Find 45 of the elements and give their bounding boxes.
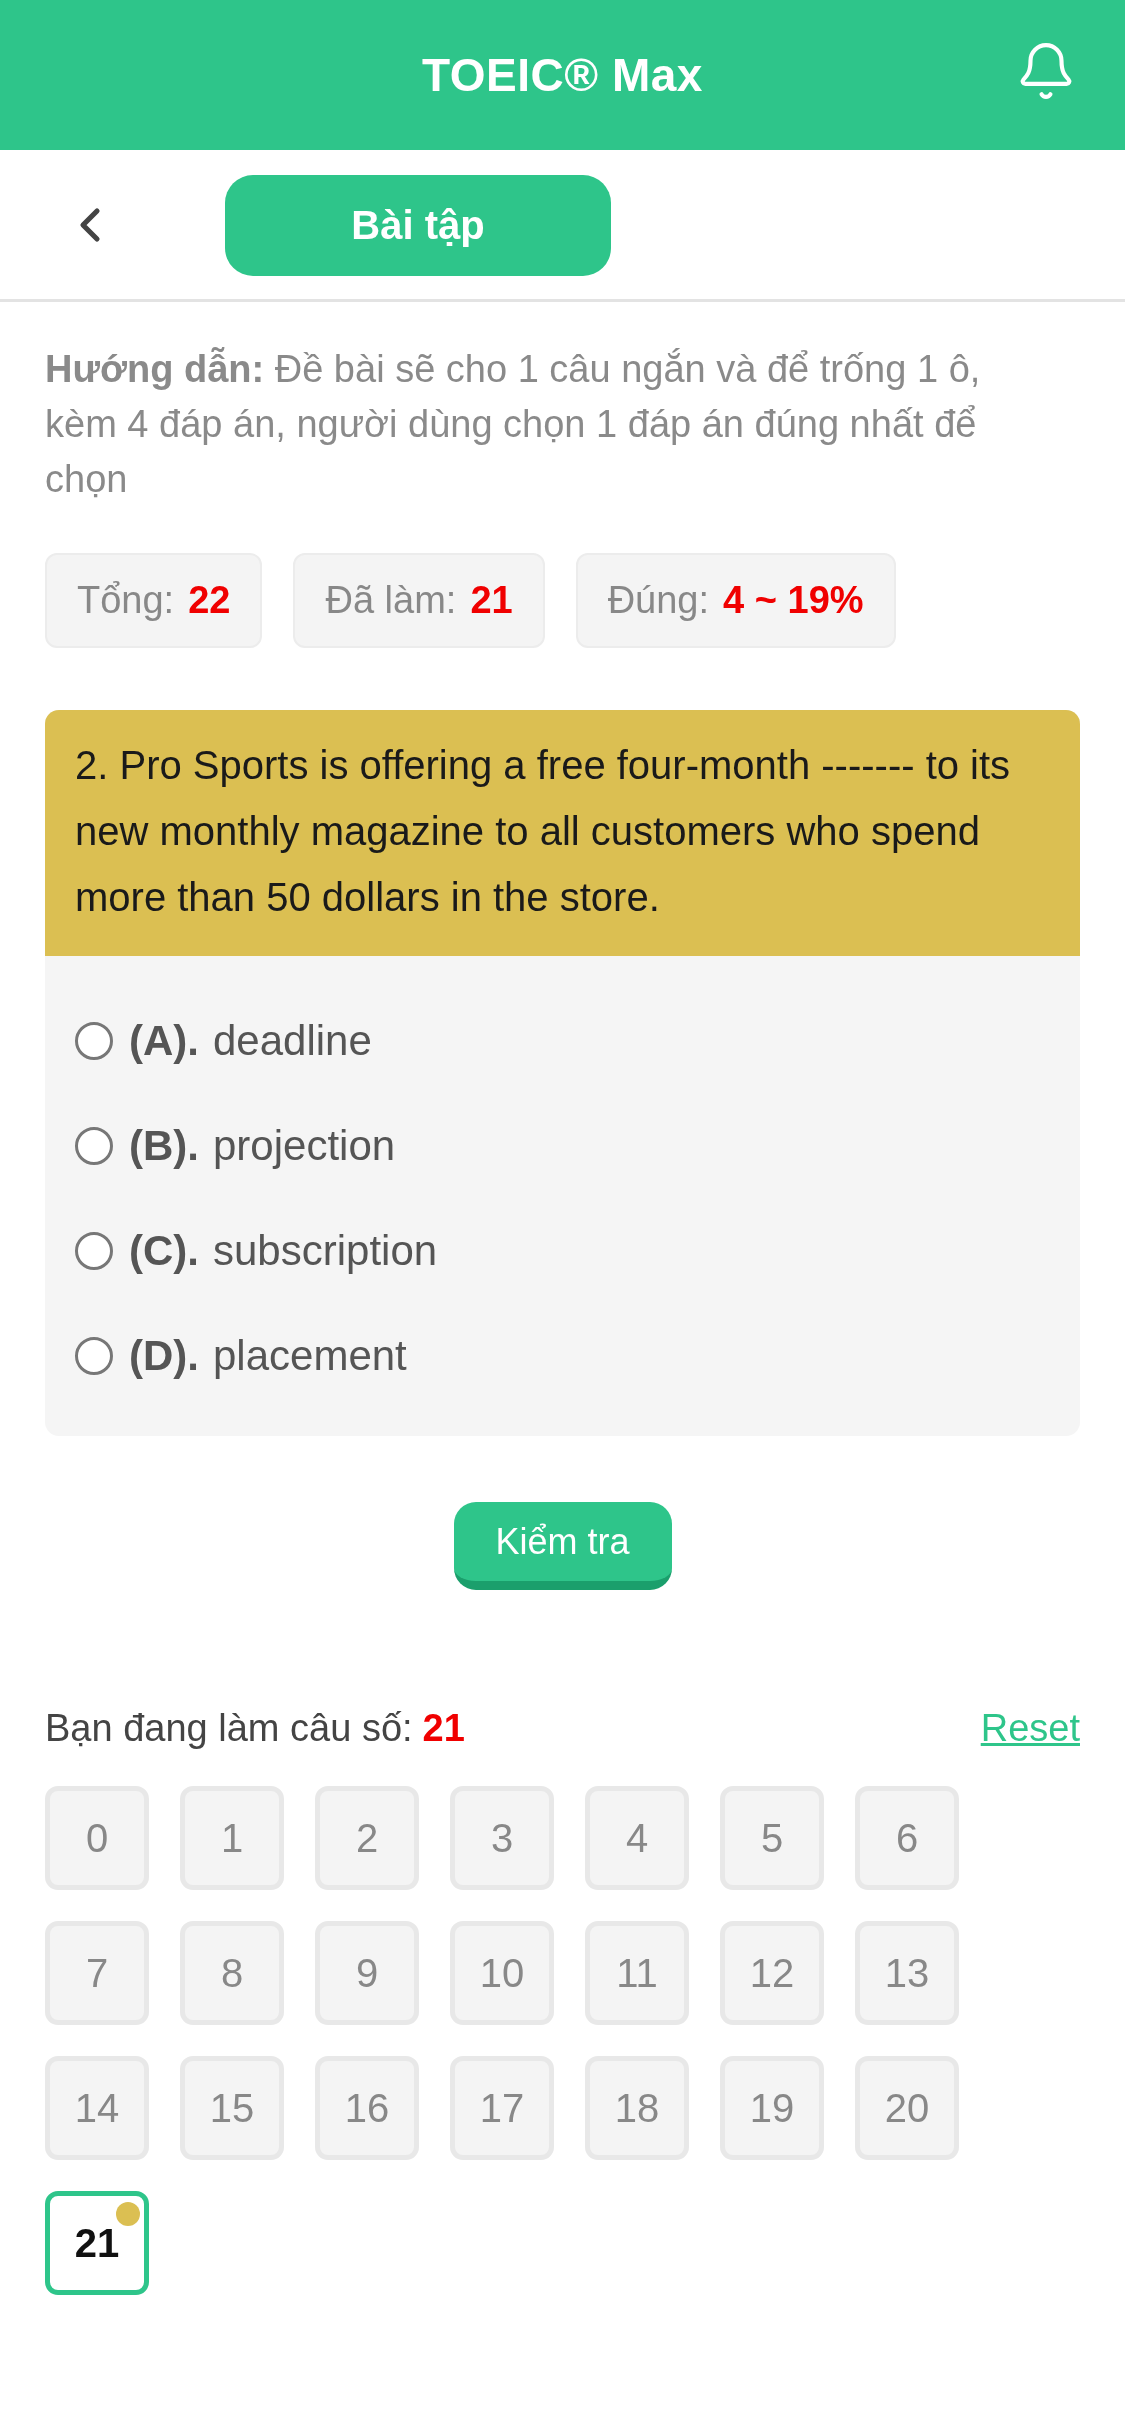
question-number-button[interactable]: 12 <box>720 1921 824 2025</box>
question-number-button[interactable]: 14 <box>45 2056 149 2160</box>
stat-value: 22 <box>188 579 231 622</box>
radio-icon[interactable] <box>75 1231 113 1270</box>
exercise-tab-button[interactable]: Bài tập <box>225 175 611 276</box>
question-text: 2. Pro Sports is offering a free four-month ------- to its new monthly magazine to all customers who spend more than 50 dollars in the store. <box>75 742 1012 921</box>
answer-option[interactable]: (D). placement <box>75 1303 407 1408</box>
stat-value: 4 ~ 19% <box>723 579 864 622</box>
question-number-button[interactable]: 19 <box>720 2056 824 2160</box>
question-number-button[interactable]: 7 <box>45 1921 149 2025</box>
current-question-number: 21 <box>422 1706 465 1750</box>
radio-icon[interactable] <box>75 1126 113 1165</box>
stat-label: Tổng: <box>77 579 175 622</box>
stat-value: 21 <box>470 579 513 622</box>
check-button[interactable]: Kiểm tra <box>453 1502 672 1590</box>
question-number-button[interactable]: 9 <box>315 1921 419 2025</box>
question-number-button[interactable]: 2 <box>315 1786 419 1890</box>
status-dot-icon <box>116 2202 140 2226</box>
app-title: TOEIC® Max <box>422 48 703 102</box>
reset-link[interactable]: Reset <box>980 1706 1080 1750</box>
question-number-button[interactable]: 0 <box>45 1786 149 1890</box>
question-number-button[interactable]: 17 <box>450 2056 554 2160</box>
radio-icon[interactable] <box>75 1021 113 1060</box>
radio-icon[interactable] <box>75 1336 113 1375</box>
question-number-button[interactable]: 15 <box>180 2056 284 2160</box>
question-number-button[interactable]: 18 <box>585 2056 689 2160</box>
question-number-button[interactable]: 5 <box>720 1786 824 1890</box>
question-number-button[interactable]: 11 <box>585 1921 689 2025</box>
question-number-button[interactable]: 21 <box>45 2191 149 2295</box>
question-number-button[interactable]: 6 <box>855 1786 959 1890</box>
instructions-text: Hướng dẫn: Đề bài sẽ cho 1 câu ngắn và để trống 1 ô, kèm 4 đáp án, người dùng chọn 1 đáp án đúng nhất để chọn <box>45 346 982 502</box>
question-number-button[interactable]: 8 <box>180 1921 284 2025</box>
question-number-button[interactable]: 4 <box>585 1786 689 1890</box>
question-number-button[interactable]: 16 <box>315 2056 419 2160</box>
question-number-button[interactable]: 20 <box>855 2056 959 2160</box>
question-number-button[interactable]: 10 <box>450 1921 554 2025</box>
question-number-button[interactable]: 13 <box>855 1921 959 2025</box>
stat-label: Đúng: <box>607 579 710 622</box>
stat-label: Đã làm: <box>325 579 457 622</box>
answer-option[interactable]: (C). subscription <box>75 1198 438 1303</box>
question-number-button[interactable]: 3 <box>450 1786 554 1890</box>
answer-option[interactable]: (A). deadline <box>75 988 372 1093</box>
answer-option[interactable]: (B). projection <box>75 1093 396 1198</box>
current-question-label: Bạn đang làm câu số: <box>45 1706 413 1750</box>
question-number-button[interactable]: 1 <box>180 1786 284 1890</box>
